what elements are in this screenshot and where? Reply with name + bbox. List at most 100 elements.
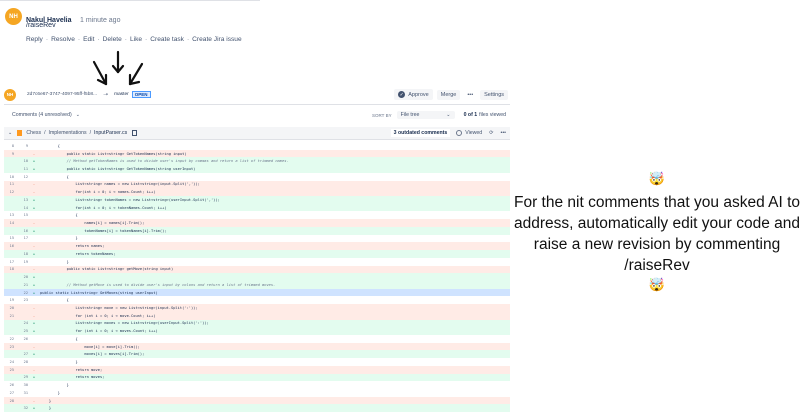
code-text: public static List<string> GetMoves(stri… bbox=[40, 290, 158, 295]
old-line-number: 15 bbox=[9, 236, 14, 241]
code-text: names[i] = names[i].Trim(); bbox=[40, 221, 145, 226]
diff-line[interactable]: 16 - return names; bbox=[4, 242, 510, 251]
comment-icon[interactable]: ⟳ bbox=[489, 130, 493, 136]
approve-button[interactable]: ✓ Approve bbox=[394, 89, 433, 100]
comment-actions: Reply · Resolve · Edit · Delete · Like · Crea… bbox=[26, 36, 242, 43]
annotation-text: For the nit comments that you asked AI t… bbox=[513, 194, 801, 274]
source-branch[interactable]: 2d7c6e67-3747-4097-95ff-f5b8... bbox=[27, 92, 97, 97]
diff-line[interactable]: 22 26 { bbox=[4, 335, 510, 343]
old-line-number: 9 bbox=[11, 151, 14, 156]
diff-line[interactable]: 28 - } bbox=[4, 396, 510, 405]
old-line-number: 26 bbox=[9, 383, 14, 388]
diff-line[interactable]: 13 15 { bbox=[4, 211, 510, 219]
comment-time: 1 minute ago bbox=[79, 17, 121, 24]
diff-line[interactable]: 9 - public static List<string> GetTokenNa… bbox=[4, 149, 510, 158]
code-text: } bbox=[40, 359, 78, 364]
diff-line[interactable]: 11 - List<string> names = new List<string… bbox=[4, 180, 510, 189]
diff-line[interactable]: 27 + moves[i] = moves[i].Trim(); bbox=[4, 350, 510, 359]
diff-line[interactable]: 11 + public static List<string> GetTokenN… bbox=[4, 165, 510, 173]
code-text: tokenNames[i] = tokenNames[i].Trim(); bbox=[40, 228, 167, 233]
diff-line[interactable]: 32 + } bbox=[4, 404, 510, 413]
create-jira-issue-link[interactable]: Create Jira issue bbox=[192, 36, 241, 43]
diff-sign: + bbox=[32, 205, 36, 210]
diff-line[interactable]: 20 + bbox=[4, 273, 510, 281]
comments-dropdown[interactable]: Comments (4 unresolved) ⌄ bbox=[8, 111, 84, 119]
copy-icon[interactable] bbox=[132, 130, 138, 136]
code-text: } bbox=[40, 236, 78, 241]
new-line-number: 23 bbox=[23, 298, 28, 303]
code-text: return tokenNames; bbox=[40, 251, 116, 256]
old-line-number: 10 bbox=[9, 174, 14, 179]
more-button[interactable]: ••• bbox=[463, 90, 477, 100]
diff-line[interactable]: 19 23 { bbox=[4, 296, 510, 304]
files-viewed-label: files viewed bbox=[479, 112, 506, 118]
diff-line[interactable]: 18 + return tokenNames; bbox=[4, 250, 510, 258]
new-line-number: 27 bbox=[23, 352, 28, 357]
diff-line[interactable]: 20 - List<string> move = new List<string>… bbox=[4, 304, 510, 312]
diff-line[interactable]: 17 19 } bbox=[4, 258, 510, 266]
diff-line[interactable]: 8 9 { bbox=[4, 142, 510, 150]
old-line-number: 20 bbox=[9, 305, 14, 310]
reply-link[interactable]: Reply bbox=[26, 36, 43, 43]
code-text: } bbox=[40, 390, 60, 395]
diff-sign: - bbox=[32, 151, 36, 156]
diff-line[interactable]: 16 + tokenNames[i] = tokenNames[i].Trim()… bbox=[4, 226, 510, 235]
edit-link[interactable]: Edit bbox=[83, 36, 94, 43]
diff-sign: + bbox=[32, 406, 36, 411]
arrow-right-icon: ➝ bbox=[103, 92, 109, 98]
new-line-number: 20 bbox=[23, 275, 28, 280]
chevron-down-icon: ⌄ bbox=[75, 112, 81, 118]
code-text: moves[i] = moves[i].Trim(); bbox=[40, 352, 145, 357]
diff-line[interactable]: 12 - for(int i = 0; i < names.Count; i++) bbox=[4, 188, 510, 197]
diff-line[interactable]: 24 + List<string> moves = new List<string… bbox=[4, 319, 510, 328]
viewed-checkbox[interactable] bbox=[456, 130, 463, 136]
diff-line[interactable]: 14 - names[i] = names[i].Trim(); bbox=[4, 219, 510, 227]
check-icon: ✓ bbox=[398, 91, 406, 98]
code-text: List<string> names = new List<string>(in… bbox=[40, 182, 200, 187]
diff-line[interactable]: 10 + // Method getTokenNames is used to d… bbox=[4, 157, 510, 166]
diff-line[interactable]: 18 - public static List<string> getMove(s… bbox=[4, 265, 510, 274]
like-link[interactable]: Like bbox=[130, 36, 142, 43]
old-line-number: 13 bbox=[9, 213, 14, 218]
new-line-number: 14 bbox=[23, 205, 28, 210]
old-line-number: 28 bbox=[9, 398, 14, 403]
diff-view: 89 {9- public static List<string> GetTok… bbox=[4, 142, 510, 413]
diff-line[interactable]: 21 - for (int i = 0; i < move.Count; i++) bbox=[4, 311, 510, 320]
target-branch[interactable]: master bbox=[114, 92, 129, 97]
diff-line[interactable]: 23 - move[i] = move[i].Trim(); bbox=[4, 342, 510, 351]
merge-button[interactable]: Merge bbox=[436, 89, 461, 100]
chevron-down-icon[interactable]: ⌄ bbox=[8, 130, 12, 136]
diff-sign: - bbox=[32, 267, 36, 272]
code-text: { bbox=[40, 336, 78, 341]
code-text: move[i] = move[i].Trim(); bbox=[40, 344, 140, 349]
diff-line[interactable]: 13 + List<string> tokenNames = new List<s… bbox=[4, 196, 510, 204]
diff-sign: - bbox=[32, 182, 36, 187]
breadcrumb-file[interactable]: InputParser.cs bbox=[94, 130, 127, 136]
old-line-number: 16 bbox=[9, 244, 14, 249]
breadcrumb-chess[interactable]: Chess bbox=[26, 130, 41, 136]
resolve-link[interactable]: Resolve bbox=[51, 36, 75, 43]
diff-line[interactable]: 25 - return move; bbox=[4, 365, 510, 374]
diff-line[interactable]: 10 12 { bbox=[4, 173, 510, 181]
settings-button[interactable]: Settings bbox=[480, 89, 508, 100]
old-line-number: 8 bbox=[11, 143, 14, 148]
new-line-number: 15 bbox=[23, 213, 28, 218]
sort-select[interactable]: File tree ⌄ bbox=[396, 111, 455, 119]
old-line-number: 25 bbox=[9, 367, 14, 372]
diff-line[interactable]: 27 31 } bbox=[4, 389, 510, 397]
more-icon[interactable]: ••• bbox=[501, 130, 506, 136]
diff-line[interactable]: 24 28 } bbox=[4, 358, 510, 366]
diff-line[interactable]: 26 30 } bbox=[4, 381, 510, 389]
diff-line[interactable]: 22 + public static List<string> GetMoves(s… bbox=[4, 288, 510, 297]
breadcrumb-implementations[interactable]: Implementations bbox=[49, 130, 87, 136]
code-text: List<string> tokenNames = new List<strin… bbox=[40, 197, 220, 202]
diff-line[interactable]: 15 17 } bbox=[4, 235, 510, 243]
diff-line[interactable]: 14 + for(int i = 0; i < tokenNames.Count;… bbox=[4, 203, 510, 212]
diff-line[interactable]: 29 + return moves; bbox=[4, 373, 510, 382]
comments-label: Comments (4 unresolved) bbox=[12, 112, 72, 118]
outdated-comments[interactable]: 3 outdated comments bbox=[390, 129, 451, 137]
diff-line[interactable]: 25 + for (int i = 0; i < moves.Count; i++… bbox=[4, 327, 510, 335]
diff-line[interactable]: 21 + // Method getMove is used to divide … bbox=[4, 280, 510, 289]
delete-link[interactable]: Delete bbox=[103, 36, 122, 43]
create-task-link[interactable]: Create task bbox=[150, 36, 184, 43]
